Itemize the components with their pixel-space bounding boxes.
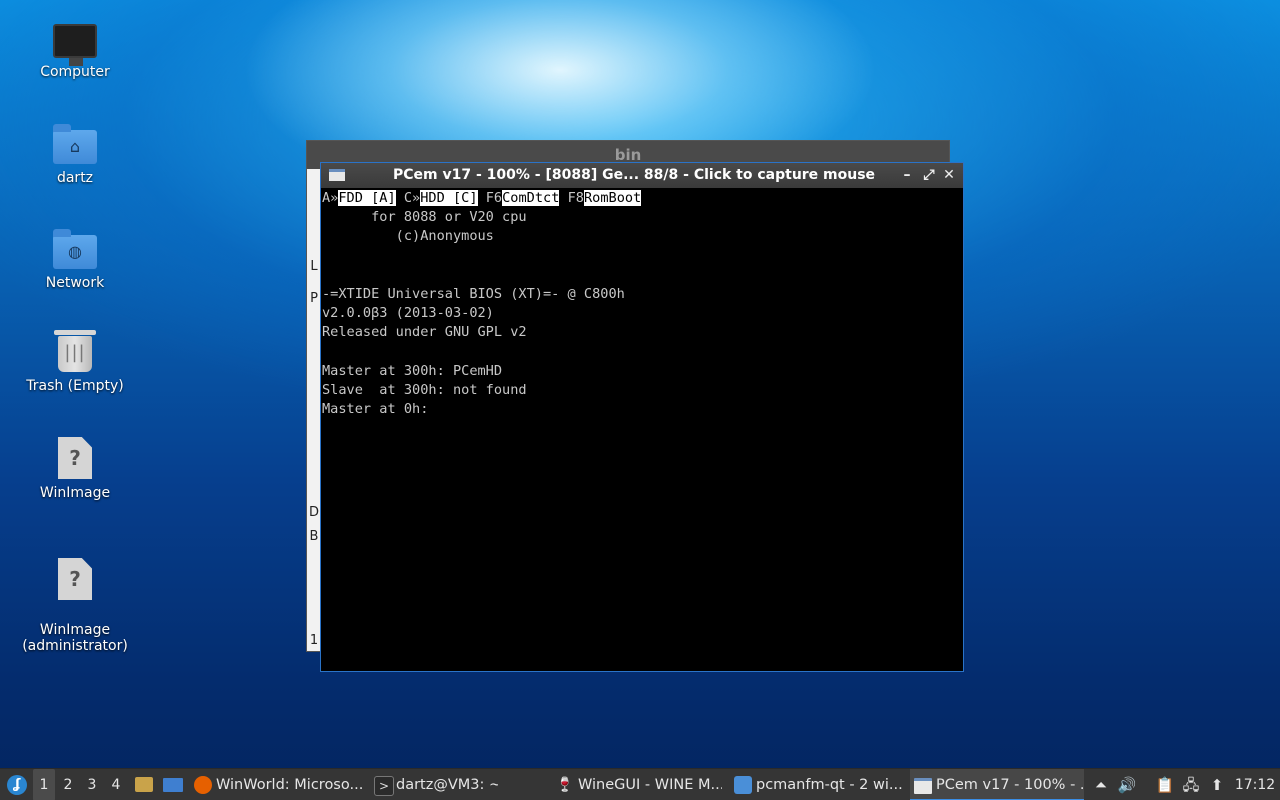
- bios-text-line: v2.0.0β3 (2013-03-02): [322, 305, 494, 322]
- home-folder-icon: ⌂: [53, 124, 97, 164]
- pcem-titlebar[interactable]: PCem v17 - 100% - [8088] Ge... 88/8 - Cl…: [321, 163, 963, 188]
- unknown-file-icon: ?: [58, 437, 92, 479]
- desktop-icon-home[interactable]: ⌂ dartz: [22, 122, 128, 186]
- comdtct-option: ComDtct: [502, 190, 560, 206]
- task-label: dartz@VM3: ~: [396, 777, 498, 793]
- network-folder-icon: ◍: [53, 229, 97, 269]
- close-button[interactable]: ✕: [939, 163, 959, 188]
- bios-header-line: A»FDD [A] C»HDD [C] F6ComDtct F8RomBoot: [322, 189, 962, 208]
- bios-text-line: for 8088 or V20 cpu: [322, 209, 527, 226]
- task-pcmanfm[interactable]: pcmanfm-qt - 2 wi...: [730, 769, 906, 800]
- partial-text: P: [310, 291, 318, 306]
- desktop-icon-winimage[interactable]: ? WinImage: [22, 437, 128, 501]
- bios-text-line: [322, 343, 962, 362]
- window-icon: [914, 778, 932, 794]
- desktop-icon-network[interactable]: ◍ Network: [22, 227, 128, 291]
- workspace-4[interactable]: 4: [105, 769, 127, 800]
- pcem-window[interactable]: PCem v17 - 100% - [8088] Ge... 88/8 - Cl…: [320, 162, 964, 672]
- desktop-icon: [163, 778, 183, 792]
- workspace-1[interactable]: 1: [33, 769, 55, 800]
- window-icon: [329, 169, 345, 181]
- computer-icon: [53, 24, 97, 66]
- task-winegui[interactable]: 🍷 WineGUI - WINE M...: [552, 769, 722, 800]
- lxqt-logo-icon: ʆ: [7, 775, 27, 795]
- folder-icon: [734, 776, 752, 794]
- desktop-icon-label: Network: [45, 275, 105, 291]
- update-notifier-icon[interactable]: ⬆: [1206, 769, 1228, 800]
- desktop-icon-label: WinImage: [39, 485, 111, 501]
- bios-text-line: [322, 247, 962, 266]
- a-prefix: A»: [322, 190, 339, 206]
- trash-icon: |||: [54, 330, 96, 372]
- partial-text: B: [309, 529, 319, 544]
- unknown-file-icon: ?: [58, 558, 92, 600]
- task-terminal[interactable]: > dartz@VM3: ~: [370, 769, 498, 800]
- f6-prefix: F6: [477, 190, 503, 206]
- desktop-icon-label: dartz: [56, 170, 94, 186]
- task-label: pcmanfm-qt - 2 wi...: [756, 777, 903, 793]
- app-menu-button[interactable]: ʆ: [4, 769, 30, 800]
- workspace-2[interactable]: 2: [57, 769, 79, 800]
- show-desktop-button[interactable]: [133, 769, 155, 800]
- clipboard-icon[interactable]: 📋: [1154, 769, 1176, 800]
- hdd-option: HDD [C]: [420, 190, 478, 206]
- desktop-icon-trash[interactable]: ||| Trash (Empty): [22, 328, 128, 394]
- firefox-icon: [194, 776, 212, 794]
- fdd-option: FDD [A]: [338, 190, 396, 206]
- bios-text-line: Released under GNU GPL v2: [322, 324, 527, 341]
- f8-prefix: F8: [559, 190, 584, 206]
- c-prefix: C»: [395, 190, 421, 206]
- task-label: WineGUI - WINE M...: [578, 777, 722, 793]
- bios-text-line: [322, 266, 962, 285]
- terminal-icon: >: [374, 776, 394, 796]
- partial-text: L: [310, 259, 318, 274]
- network-icon[interactable]: 🖧: [1180, 769, 1202, 800]
- minimize-button[interactable]: –: [897, 163, 917, 188]
- bios-text-line: Master at 0h:: [322, 401, 429, 418]
- partial-text: 1: [309, 633, 319, 648]
- desktop-icon-label: Computer: [40, 64, 110, 80]
- clock[interactable]: 17:12: [1230, 769, 1280, 800]
- tray-expand-icon[interactable]: ⏶: [1090, 769, 1112, 800]
- taskbar: ʆ 1 2 3 4 WinWorld: Microso... > dartz@V…: [0, 768, 1280, 800]
- romboot-option: RomBoot: [583, 190, 642, 206]
- pcem-title: PCem v17 - 100% - [8088] Ge... 88/8 - Cl…: [393, 167, 876, 183]
- task-firefox[interactable]: WinWorld: Microso...: [190, 769, 366, 800]
- file-manager-quicklaunch-icon: [135, 777, 153, 792]
- bios-text-line: -=XTIDE Universal BIOS (XT)=- @ C800h: [322, 285, 625, 302]
- partial-text: D: [308, 505, 319, 520]
- workspace-3[interactable]: 3: [81, 769, 103, 800]
- desktop-icon-label: WinImage (administrator): [22, 622, 128, 654]
- bios-text-line: Slave at 300h: not found: [322, 381, 527, 398]
- emulator-screen[interactable]: A»FDD [A] C»HDD [C] F6ComDtct F8RomBoot …: [322, 189, 962, 669]
- desktop-switch-button[interactable]: [161, 769, 185, 800]
- volume-icon[interactable]: 🔊: [1116, 769, 1138, 800]
- bios-text-line: Master at 300h: PCemHD: [322, 362, 503, 379]
- maximize-button[interactable]: ⤢: [919, 163, 939, 188]
- wine-icon: 🍷: [556, 777, 574, 793]
- task-label: WinWorld: Microso...: [216, 777, 364, 793]
- desktop-icon-computer[interactable]: Computer: [22, 18, 128, 80]
- task-label: PCem v17 - 100% - ...: [936, 777, 1084, 793]
- task-pcem[interactable]: PCem v17 - 100% - ...: [910, 769, 1084, 800]
- bios-text-line: (c)Anonymous: [322, 228, 494, 245]
- desktop-icon-winimage-admin[interactable]: ? WinImage (administrator): [22, 542, 128, 670]
- desktop-icon-label: Trash (Empty): [26, 378, 124, 394]
